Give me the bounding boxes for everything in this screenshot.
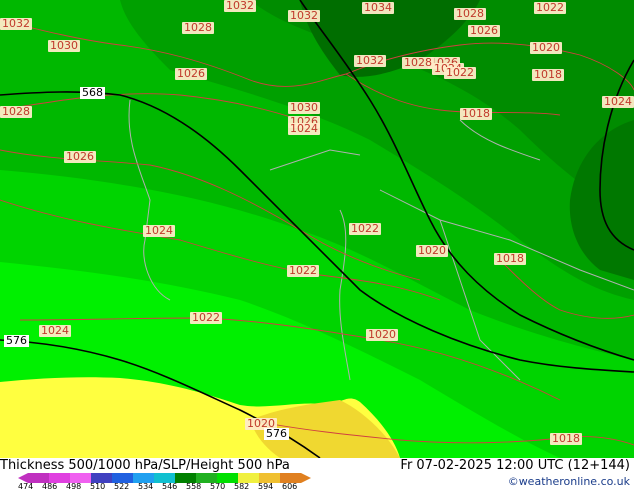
isobar-label: 1028 [182, 21, 214, 34]
forecast-datetime: Fr 07-02-2025 12:00 UTC (12+144) [400, 458, 630, 473]
isobar-label: 1020 [366, 328, 398, 341]
isobar-label: 1032 [224, 0, 256, 12]
credit-link[interactable]: ©weatheronline.co.uk [508, 475, 630, 488]
map-title: Thickness 500/1000 hPa/SLP/Height 500 hP… [0, 458, 290, 473]
isobar-label: 1018 [550, 432, 582, 445]
isobar-label: 1022 [190, 311, 222, 324]
isobar-label: 1026 [468, 24, 500, 37]
weather-map: 1032 1030 1032 1032 1028 1034 1028 1022 … [0, 0, 634, 458]
isobar-label: 1022 [349, 222, 381, 235]
isobar-label: 1030 [288, 101, 320, 114]
isobar-label: 1018 [532, 68, 564, 81]
scale-arrow-right [301, 473, 311, 483]
isobar-label: 1020 [530, 41, 562, 54]
isobar-label: 1022 [534, 1, 566, 14]
isobar-label: 1024 [602, 95, 634, 108]
isobar-label: 1028 [454, 7, 486, 20]
isobar-label: 1026 [175, 67, 207, 80]
isobar-label: 1032 [354, 54, 386, 67]
height-label: 576 [264, 427, 289, 440]
isobar-label: 1032 [288, 9, 320, 22]
isobar-label: 1024 [39, 324, 71, 337]
isobar-label: 1020 [416, 244, 448, 257]
isobar-label: 1032 [0, 17, 32, 30]
height-label: 568 [80, 86, 105, 99]
isobar-label: 1024 [288, 122, 320, 135]
isobar-label: 1030 [48, 39, 80, 52]
isobar-label: 1026 [64, 150, 96, 163]
isobar-label: 1022 [444, 66, 476, 79]
isobar-label: 1024 [143, 224, 175, 237]
isobar-label: 1018 [460, 107, 492, 120]
footer-bar: Thickness 500/1000 hPa/SLP/Height 500 hP… [0, 458, 634, 491]
isobar-label: 1028 [402, 56, 434, 69]
isobar-label: 1022 [287, 264, 319, 277]
isobar-label: 1018 [494, 252, 526, 265]
isobar-label: 1028 [0, 105, 32, 118]
height-label: 576 [4, 334, 29, 347]
isobar-label: 1034 [362, 1, 394, 14]
